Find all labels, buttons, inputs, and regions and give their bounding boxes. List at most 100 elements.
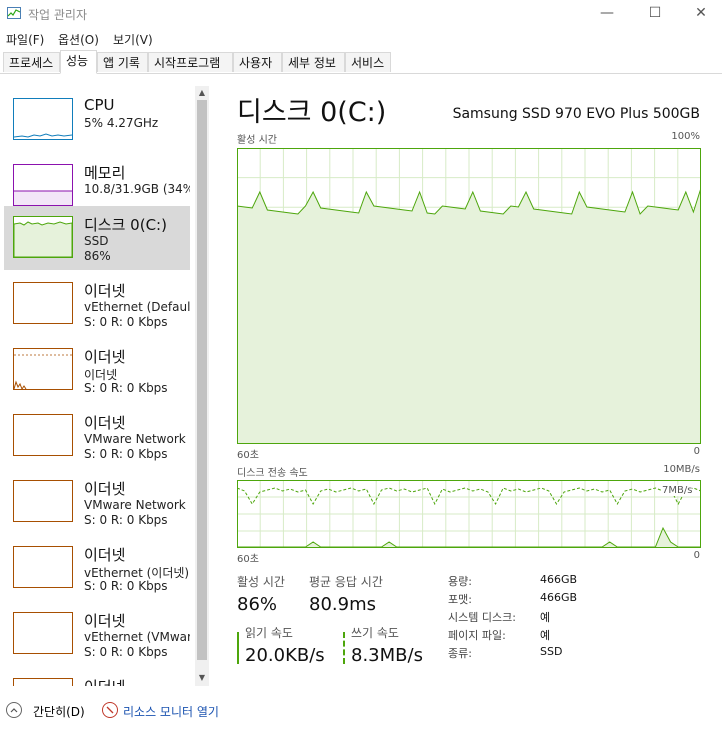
scrollbar-thumb[interactable] (197, 100, 207, 660)
sidebar-item-detail: vEthernet (VMwar... (84, 630, 190, 644)
sidebar-item-rate: S: 0 R: 0 Kbps (84, 513, 168, 527)
active-time-start-label: 60초 (237, 450, 259, 461)
property-value: 466GB (540, 591, 578, 604)
transfer-start-label: 60초 (237, 554, 259, 565)
property-key: 포맷: (448, 593, 472, 606)
menu-view[interactable]: 보기(V) (113, 31, 153, 48)
page-title: 디스크 0(C:) (237, 97, 387, 128)
menu-bar: 파일(F) 옵션(O) 보기(V) (0, 29, 722, 49)
sidebar-item-ethernet[interactable]: 이더넷 vEthernet (이더넷) S: 0 R: 0 Kbps (4, 536, 190, 600)
sidebar-item-detail: 5% 4.27GHz (84, 116, 159, 130)
stat-active-time-value: 86% (237, 594, 278, 615)
property-value: SSD (540, 645, 563, 658)
stat-active-time-label: 활성 시간 (237, 575, 285, 589)
stat-write-value: 8.3MB/s (351, 645, 423, 666)
sidebar-item-ethernet[interactable]: 이더넷 이더넷 S: 0 R: 0 Kbps (4, 338, 190, 402)
chevron-up-icon (6, 702, 22, 718)
resource-sidebar: CPU 5% 4.27GHz 메모리 10.8/31.9GB (34%) 디스크… (0, 86, 212, 686)
footer-bar: 간단히(D) 리소스 모니터 열기 (0, 698, 722, 728)
task-manager-icon (7, 7, 21, 19)
sidebar-scrollbar[interactable]: ▲ ▼ (195, 86, 209, 686)
sidebar-item-ethernet[interactable]: 이더넷 VMware Network ... S: 0 R: 0 Kbps (4, 404, 190, 468)
scroll-up-icon[interactable]: ▲ (197, 87, 207, 99)
ethernet-thumbnail (13, 480, 73, 522)
disk-thumbnail (13, 216, 73, 258)
menu-file[interactable]: 파일(F) (6, 31, 44, 48)
tab-performance[interactable]: 성능 (60, 50, 97, 74)
stat-response-label: 평균 응답 시간 (309, 575, 383, 589)
sidebar-item-label: CPU (84, 96, 115, 114)
stat-write-label: 쓰기 속도 (351, 626, 399, 640)
ethernet-thumbnail (13, 414, 73, 456)
tab-processes[interactable]: 프로세스 (3, 52, 60, 72)
sidebar-item-cpu[interactable]: CPU 5% 4.27GHz (4, 88, 190, 152)
sidebar-item-rate: S: 0 R: 0 Kbps (84, 381, 168, 395)
close-icon: ✕ (695, 5, 707, 21)
active-time-axis-label: 활성 시간 (237, 135, 277, 146)
tab-details[interactable]: 세부 정보 (282, 52, 345, 72)
property-key: 종류: (448, 647, 472, 660)
device-model: Samsung SSD 970 EVO Plus 500GB (452, 106, 700, 122)
sidebar-item-detail: SSD (84, 234, 109, 248)
sidebar-item-label: 이더넷 (84, 612, 126, 630)
minimize-button[interactable]: — (584, 0, 630, 28)
sidebar-item-ethernet[interactable]: 이더넷 vEthernet (Default... S: 0 R: 0 Kbps (4, 272, 190, 336)
sidebar-item-detail: VMware Network ... (84, 498, 190, 512)
read-rate-indicator (237, 632, 239, 664)
tab-services[interactable]: 서비스 (345, 52, 391, 72)
sidebar-item-disk[interactable]: 디스크 0(C:) SSD 86% (4, 206, 190, 270)
sidebar-item-label: 이더넷 (84, 282, 126, 300)
sidebar-item-label: 이더넷 (84, 480, 126, 498)
window-title: 작업 관리자 (28, 8, 88, 22)
ethernet-thumbnail (13, 612, 73, 654)
sidebar-item-detail: vEthernet (Default... (84, 300, 190, 314)
cpu-thumbnail (13, 98, 73, 140)
sidebar-item-label: 이더넷 (84, 414, 126, 432)
transfer-dashed-label: 7MB/s (662, 485, 693, 496)
sidebar-item-ethernet[interactable]: 이더넷 (4, 668, 190, 686)
property-value: 예 (540, 611, 551, 624)
scroll-down-icon[interactable]: ▼ (197, 672, 207, 684)
ethernet-thumbnail (13, 348, 73, 390)
tab-app-history[interactable]: 앱 기록 (97, 52, 148, 72)
sidebar-item-detail: 10.8/31.9GB (34%) (84, 182, 190, 196)
active-time-max-label: 100% (671, 131, 700, 142)
tab-bar: 프로세스 성능 앱 기록 시작프로그램 사용자 세부 정보 서비스 (0, 50, 722, 74)
sidebar-item-ethernet[interactable]: 이더넷 VMware Network ... S: 0 R: 0 Kbps (4, 470, 190, 534)
sidebar-item-rate: S: 0 R: 0 Kbps (84, 579, 168, 593)
property-key: 시스템 디스크: (448, 611, 516, 624)
sidebar-item-ethernet[interactable]: 이더넷 vEthernet (VMwar... S: 0 R: 0 Kbps (4, 602, 190, 666)
sidebar-item-label: 이더넷 (84, 676, 125, 686)
stat-read-label: 읽기 속도 (245, 626, 293, 640)
active-time-graph (237, 148, 701, 444)
sidebar-item-rate: S: 0 R: 0 Kbps (84, 645, 168, 659)
ethernet-thumbnail (13, 678, 73, 686)
title-bar: 작업 관리자 — ☐ ✕ (0, 0, 722, 28)
transfer-end-label: 0 (693, 550, 700, 561)
tab-startup[interactable]: 시작프로그램 (148, 52, 233, 72)
memory-thumbnail (13, 164, 73, 206)
menu-options[interactable]: 옵션(O) (58, 31, 99, 48)
resource-monitor-icon (102, 702, 118, 718)
property-value: 466GB (540, 573, 578, 586)
sidebar-item-label: 디스크 0(C:) (84, 216, 167, 234)
minimize-icon: — (600, 5, 614, 21)
sidebar-item-rate: S: 0 R: 0 Kbps (84, 447, 168, 461)
tab-users[interactable]: 사용자 (233, 52, 282, 72)
resource-monitor-label: 리소스 모니터 열기 (123, 705, 219, 719)
write-rate-indicator (343, 632, 345, 664)
maximize-button[interactable]: ☐ (632, 0, 678, 28)
sidebar-item-usage: 86% (84, 249, 111, 263)
maximize-icon: ☐ (648, 5, 662, 21)
ethernet-thumbnail (13, 546, 73, 588)
transfer-rate-graph (237, 480, 701, 548)
active-time-series (237, 187, 701, 444)
sidebar-item-label: 이더넷 (84, 348, 126, 366)
property-key: 페이지 파일: (448, 629, 506, 642)
sidebar-item-label: 이더넷 (84, 546, 126, 564)
stat-response-value: 80.9ms (309, 594, 376, 615)
transfer-max-label: 10MB/s (663, 464, 700, 475)
sidebar-item-detail: VMware Network ... (84, 432, 190, 446)
close-button[interactable]: ✕ (678, 0, 722, 28)
property-key: 용량: (448, 575, 472, 588)
